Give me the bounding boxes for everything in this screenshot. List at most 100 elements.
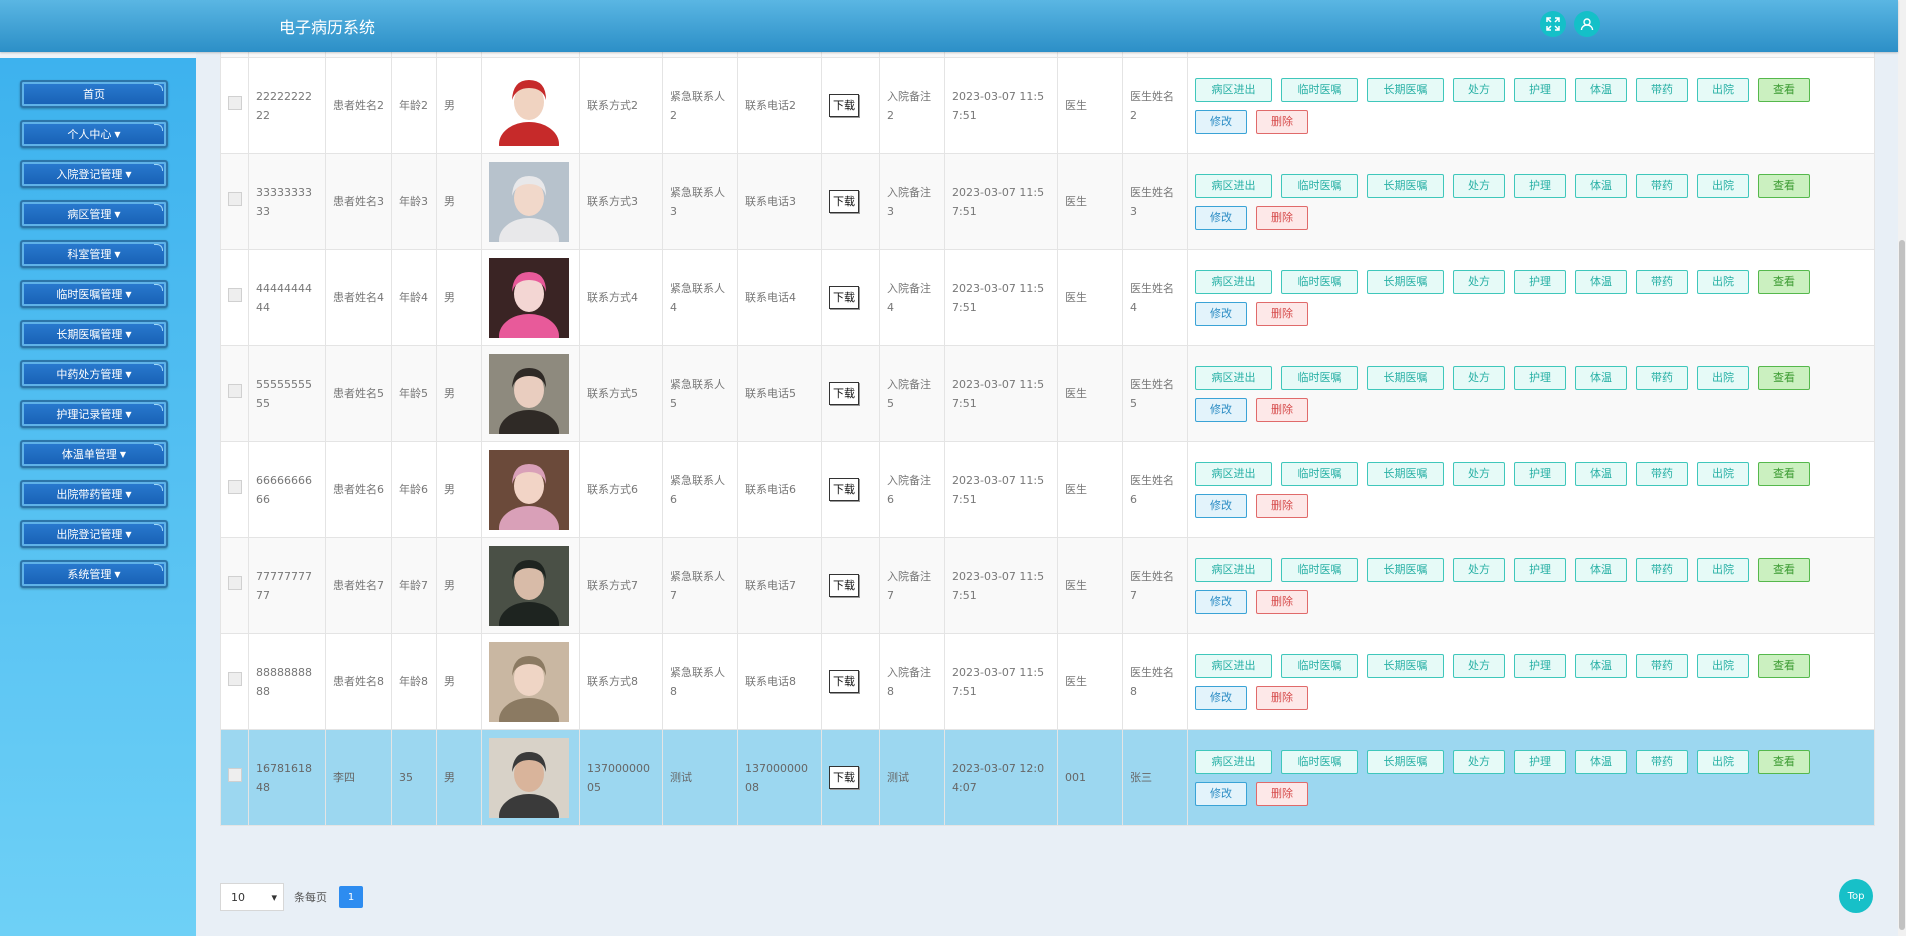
download-button[interactable]: 下载 [829,670,859,693]
action-button-1[interactable]: 临时医嘱 [1281,461,1358,486]
action-button-2[interactable]: 长期医嘱 [1367,557,1444,582]
action-button-9[interactable]: 修改 [1195,781,1247,806]
action-button-0[interactable]: 病区进出 [1195,365,1272,390]
action-button-2[interactable]: 长期医嘱 [1367,77,1444,102]
action-button-0[interactable]: 病区进出 [1195,653,1272,678]
action-button-0[interactable]: 病区进出 [1195,77,1272,102]
action-button-1[interactable]: 临时医嘱 [1281,77,1358,102]
action-button-10[interactable]: 删除 [1256,493,1308,518]
table-row[interactable]: 5555555555 患者姓名5 年龄5 男 联系方式5 紧急联系人5 联系电话5 下载 入院备… [220,345,1875,442]
action-button-8[interactable]: 查看 [1758,557,1810,582]
sidebar-item-3[interactable]: 病区管理 ▼ [20,200,168,228]
row-checkbox[interactable] [228,767,242,782]
action-button-6[interactable]: 带药 [1636,557,1688,582]
action-button-2[interactable]: 长期医嘱 [1367,653,1444,678]
action-button-0[interactable]: 病区进出 [1195,461,1272,486]
action-button-0[interactable]: 病区进出 [1195,173,1272,198]
row-checkbox[interactable] [228,95,242,110]
action-button-7[interactable]: 出院 [1697,653,1749,678]
row-checkbox[interactable] [228,191,242,206]
action-button-4[interactable]: 护理 [1514,269,1566,294]
action-button-10[interactable]: 删除 [1256,589,1308,614]
action-button-3[interactable]: 处方 [1453,653,1505,678]
action-button-8[interactable]: 查看 [1758,749,1810,774]
row-checkbox[interactable] [228,479,242,494]
download-button[interactable]: 下载 [829,286,859,309]
action-button-2[interactable]: 长期医嘱 [1367,269,1444,294]
action-button-9[interactable]: 修改 [1195,589,1247,614]
download-button[interactable]: 下载 [829,382,859,405]
action-button-3[interactable]: 处方 [1453,557,1505,582]
action-button-8[interactable]: 查看 [1758,77,1810,102]
back-to-top-button[interactable]: Top [1839,879,1873,913]
action-button-1[interactable]: 临时医嘱 [1281,365,1358,390]
action-button-4[interactable]: 护理 [1514,365,1566,390]
action-button-9[interactable]: 修改 [1195,109,1247,134]
row-checkbox[interactable] [228,287,242,302]
action-button-5[interactable]: 体温 [1575,557,1627,582]
action-button-3[interactable]: 处方 [1453,749,1505,774]
sidebar-item-9[interactable]: 体温单管理 ▼ [20,440,168,468]
sidebar-item-5[interactable]: 临时医嘱管理 ▼ [20,280,168,308]
sidebar-item-7[interactable]: 中药处方管理 ▼ [20,360,168,388]
action-button-0[interactable]: 病区进出 [1195,749,1272,774]
table-row[interactable]: 3333333333 患者姓名3 年龄3 男 联系方式3 紧急联系人3 联系电话3 下载 入院备… [220,153,1875,250]
action-button-5[interactable]: 体温 [1575,77,1627,102]
sidebar-item-8[interactable]: 护理记录管理 ▼ [20,400,168,428]
action-button-2[interactable]: 长期医嘱 [1367,365,1444,390]
action-button-10[interactable]: 删除 [1256,397,1308,422]
scrollbar[interactable] [1898,0,1906,936]
action-button-2[interactable]: 长期医嘱 [1367,461,1444,486]
action-button-3[interactable]: 处方 [1453,365,1505,390]
page-button-current[interactable]: 1 [339,886,363,908]
action-button-3[interactable]: 处方 [1453,173,1505,198]
action-button-10[interactable]: 删除 [1256,685,1308,710]
action-button-10[interactable]: 删除 [1256,205,1308,230]
action-button-4[interactable]: 护理 [1514,557,1566,582]
table-row[interactable]: 4444444444 患者姓名4 年龄4 男 联系方式4 紧急联系人4 联系电话4 下载 入院备… [220,249,1875,346]
action-button-4[interactable]: 护理 [1514,461,1566,486]
row-checkbox[interactable] [228,671,242,686]
download-button[interactable]: 下载 [829,478,859,501]
action-button-5[interactable]: 体温 [1575,653,1627,678]
action-button-2[interactable]: 长期医嘱 [1367,173,1444,198]
action-button-1[interactable]: 临时医嘱 [1281,269,1358,294]
action-button-2[interactable]: 长期医嘱 [1367,749,1444,774]
action-button-0[interactable]: 病区进出 [1195,269,1272,294]
action-button-4[interactable]: 护理 [1514,653,1566,678]
action-button-6[interactable]: 带药 [1636,173,1688,198]
action-button-1[interactable]: 临时医嘱 [1281,749,1358,774]
action-button-8[interactable]: 查看 [1758,269,1810,294]
sidebar-item-11[interactable]: 出院登记管理 ▼ [20,520,168,548]
action-button-7[interactable]: 出院 [1697,749,1749,774]
action-button-8[interactable]: 查看 [1758,461,1810,486]
sidebar-item-0[interactable]: 首页 [20,80,168,108]
action-button-1[interactable]: 临时医嘱 [1281,557,1358,582]
action-button-9[interactable]: 修改 [1195,397,1247,422]
action-button-1[interactable]: 临时医嘱 [1281,173,1358,198]
action-button-6[interactable]: 带药 [1636,653,1688,678]
sidebar-item-6[interactable]: 长期医嘱管理 ▼ [20,320,168,348]
action-button-8[interactable]: 查看 [1758,173,1810,198]
action-button-10[interactable]: 删除 [1256,781,1308,806]
action-button-5[interactable]: 体温 [1575,749,1627,774]
action-button-5[interactable]: 体温 [1575,365,1627,390]
action-button-6[interactable]: 带药 [1636,269,1688,294]
table-row[interactable]: 7777777777 患者姓名7 年龄7 男 联系方式7 紧急联系人7 联系电话7 下载 入院备… [220,537,1875,634]
action-button-7[interactable]: 出院 [1697,557,1749,582]
action-button-7[interactable]: 出院 [1697,461,1749,486]
scrollbar-thumb[interactable] [1899,240,1905,930]
download-button[interactable]: 下载 [829,190,859,213]
action-button-9[interactable]: 修改 [1195,301,1247,326]
row-checkbox[interactable] [228,575,242,590]
action-button-6[interactable]: 带药 [1636,365,1688,390]
action-button-5[interactable]: 体温 [1575,269,1627,294]
sidebar-item-4[interactable]: 科室管理 ▼ [20,240,168,268]
sidebar-item-12[interactable]: 系统管理 ▼ [20,560,168,588]
action-button-7[interactable]: 出院 [1697,173,1749,198]
action-button-3[interactable]: 处方 [1453,77,1505,102]
action-button-6[interactable]: 带药 [1636,749,1688,774]
table-row[interactable]: 6666666666 患者姓名6 年龄6 男 联系方式6 紧急联系人6 联系电话6 下载 入院备… [220,441,1875,538]
action-button-4[interactable]: 护理 [1514,77,1566,102]
action-button-5[interactable]: 体温 [1575,461,1627,486]
